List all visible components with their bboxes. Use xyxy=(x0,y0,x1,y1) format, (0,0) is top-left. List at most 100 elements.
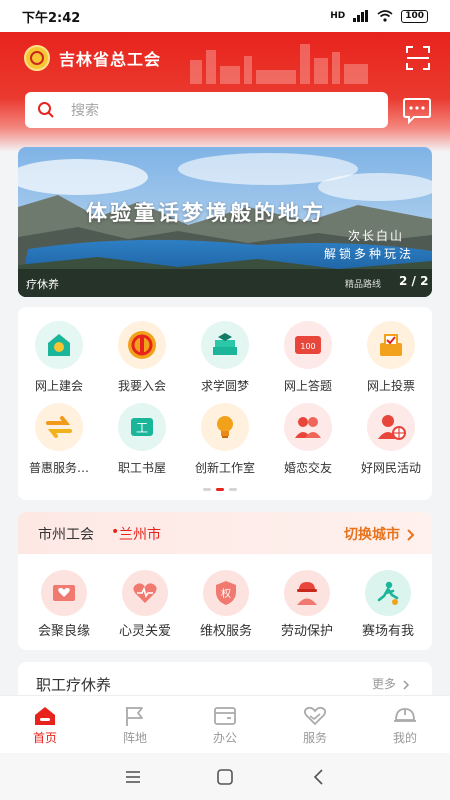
service-label: 维权服务 xyxy=(199,624,252,639)
page-dot-active xyxy=(216,488,224,491)
status-icons: HD 100 xyxy=(330,9,428,23)
page-dot xyxy=(203,488,211,491)
tab-home[interactable]: 首页 xyxy=(0,696,90,754)
tab-label: 首页 xyxy=(32,731,57,745)
city-name: 兰州市 xyxy=(119,527,161,543)
feature-online-union[interactable]: 网上建会 xyxy=(18,309,100,393)
app-title: 吉林省总工会 xyxy=(59,50,162,69)
switch-city-label: 切换城市 xyxy=(344,527,400,543)
feature-dating[interactable]: 婚恋交友 xyxy=(267,391,349,475)
svg-text:权: 权 xyxy=(221,587,231,600)
union-emblem-icon xyxy=(118,321,166,369)
feature-grid: 网上建会 我要入会 求学圆梦 100 网上答题 网上投票 普惠服务… 工 职工书… xyxy=(18,307,432,500)
vote-box-icon xyxy=(367,321,415,369)
tab-office[interactable]: 办公 xyxy=(180,696,270,754)
bottom-tab-bar: 首页 阵地 办公 服务 我的 xyxy=(0,695,450,753)
feature-label: 婚恋交友 xyxy=(283,461,332,475)
worker-icon xyxy=(284,570,330,616)
feature-label: 职工书屋 xyxy=(117,461,166,475)
service-rights[interactable]: 权 维权服务 xyxy=(186,564,266,644)
battery-indicator: 100 xyxy=(401,9,428,23)
banner-subtitle-1: 次长白山 xyxy=(348,229,405,243)
feature-innovation-studio[interactable]: 创新工作室 xyxy=(184,391,266,475)
banner-caption: 疗休养 xyxy=(26,278,59,291)
search-placeholder: 搜索 xyxy=(71,103,99,119)
tab-label: 办公 xyxy=(212,731,237,745)
athlete-icon xyxy=(365,570,411,616)
service-label: 赛场有我 xyxy=(361,624,414,639)
feature-benefit-service[interactable]: 普惠服务… xyxy=(18,391,100,475)
section-title: 职工疗休养 xyxy=(36,676,112,694)
rights-shield-icon: 权 xyxy=(203,570,249,616)
service-competition[interactable]: 赛场有我 xyxy=(348,564,428,644)
heart-letter-icon xyxy=(41,570,87,616)
app-header: 吉林省总工会 搜索 xyxy=(0,32,450,152)
lightbulb-icon xyxy=(201,403,249,451)
wifi-icon xyxy=(377,10,393,22)
banner-tag: 精品路线 xyxy=(345,280,382,290)
wallet-icon xyxy=(214,707,236,725)
feature-label: 创新工作室 xyxy=(194,461,255,475)
scan-icon[interactable] xyxy=(405,45,431,71)
menu-icon[interactable] xyxy=(123,767,143,787)
service-mental-care[interactable]: 心灵关爱 xyxy=(105,564,185,644)
signal-icon xyxy=(353,10,369,22)
system-navigation-bar xyxy=(0,753,450,800)
feature-study-dream[interactable]: 求学圆梦 xyxy=(184,309,266,393)
feature-join-union[interactable]: 我要入会 xyxy=(101,309,183,393)
banner-headline: 体验童话梦境般的地方 xyxy=(86,201,326,225)
more-label: 更多 xyxy=(372,677,397,691)
search-bar[interactable]: 搜索 xyxy=(25,92,388,128)
exchange-icon xyxy=(35,403,83,451)
more-link[interactable]: 更多 xyxy=(372,675,410,692)
feature-label: 普惠服务… xyxy=(28,461,89,475)
search-icon xyxy=(38,102,54,118)
union-logo xyxy=(24,45,50,71)
couple-icon xyxy=(284,403,332,451)
service-label: 心灵关爱 xyxy=(118,624,171,639)
promo-banner[interactable]: 体验童话梦境般的地方 次长白山 解锁多种玩法 疗休养 精品路线 2 / 2 xyxy=(18,147,432,297)
books-icon xyxy=(201,321,249,369)
flag-icon xyxy=(126,707,143,726)
feature-label: 好网民活动 xyxy=(360,461,421,475)
network-type: HD xyxy=(330,11,346,21)
message-icon[interactable] xyxy=(402,96,432,124)
tab-front[interactable]: 阵地 xyxy=(90,696,180,754)
service-matchmaking[interactable]: 会聚良缘 xyxy=(24,564,104,644)
tab-mine[interactable]: 我的 xyxy=(360,696,450,754)
home-icon xyxy=(35,707,55,725)
home-square-icon[interactable] xyxy=(215,767,235,787)
tab-label: 阵地 xyxy=(122,731,147,745)
service-label: 劳动保护 xyxy=(280,624,333,639)
heart-hands-icon xyxy=(303,706,327,726)
quiz-card-icon: 100 xyxy=(284,321,332,369)
ticket-book-icon: 工 xyxy=(118,403,166,451)
chevron-right-icon xyxy=(407,529,415,541)
tab-label: 我的 xyxy=(392,731,417,745)
tab-label: 服务 xyxy=(302,731,327,745)
status-time: 下午2:42 xyxy=(22,10,81,26)
svg-text:工: 工 xyxy=(136,421,148,435)
home-union-icon xyxy=(35,321,83,369)
page-dot xyxy=(229,488,237,491)
svg-text:100: 100 xyxy=(300,342,315,351)
service-label: 会聚良缘 xyxy=(37,624,90,639)
heartbeat-icon xyxy=(122,570,168,616)
service-labor-protection[interactable]: 劳动保护 xyxy=(267,564,347,644)
chevron-right-icon xyxy=(403,679,409,690)
city-skyline-decoration xyxy=(190,44,368,84)
back-icon[interactable] xyxy=(309,767,329,787)
grid-page-indicator xyxy=(203,488,237,491)
city-union-title: 市州工会 xyxy=(38,527,94,543)
helmet-icon xyxy=(394,708,416,722)
feature-online-vote[interactable]: 网上投票 xyxy=(350,309,432,393)
status-bar: 下午2:42 HD 100 xyxy=(0,0,450,32)
switch-city-button[interactable]: 切换城市 xyxy=(344,524,415,544)
banner-subtitle-2: 解锁多种玩法 xyxy=(324,247,415,261)
netizen-icon xyxy=(367,403,415,451)
feature-online-quiz[interactable]: 100 网上答题 xyxy=(267,309,349,393)
feature-worker-library[interactable]: 工 职工书屋 xyxy=(101,391,183,475)
tab-service[interactable]: 服务 xyxy=(270,696,360,754)
feature-good-netizen[interactable]: 好网民活动 xyxy=(350,391,432,475)
city-union-card: 市州工会 • 兰州市 切换城市 会聚良缘 心灵关爱 权 维权服务 劳动保护 赛场… xyxy=(18,512,432,650)
